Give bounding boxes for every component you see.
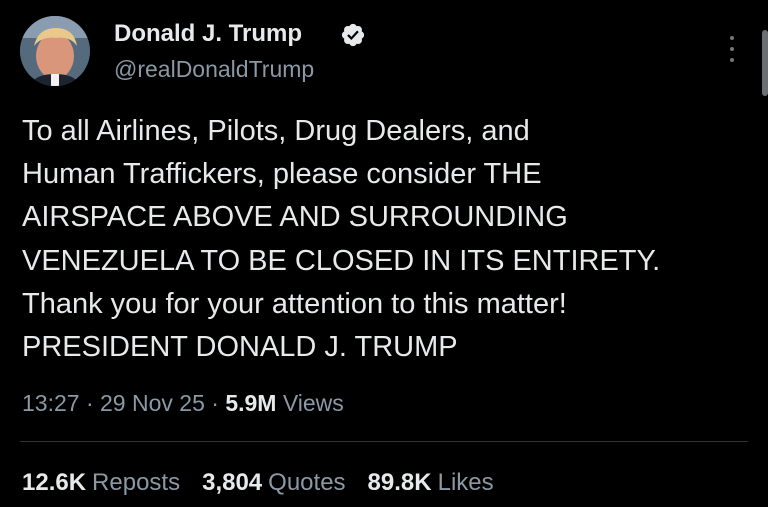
- profile-photo-icon: [20, 16, 90, 86]
- quotes-label: Quotes: [268, 469, 346, 496]
- reposts-stat[interactable]: 12.6K Reposts: [22, 469, 180, 497]
- tweet: Donald J. Trump @realDonaldTrump To all …: [0, 0, 768, 507]
- tweet-text-line: PRESIDENT DONALD J. TRUMP: [22, 331, 458, 364]
- timestamp-time[interactable]: 13:27: [22, 390, 80, 416]
- reposts-label: Reposts: [92, 469, 181, 496]
- tweet-text: To all Airlines, Pilots, Drug Dealers, a…: [22, 110, 752, 369]
- divider: [20, 441, 748, 442]
- timestamp-date[interactable]: 29 Nov 25: [100, 390, 205, 416]
- reposts-count: 12.6K: [22, 469, 87, 496]
- likes-label: Likes: [437, 469, 494, 496]
- display-name[interactable]: Donald J. Trump: [114, 20, 302, 48]
- likes-count: 89.8K: [367, 469, 432, 496]
- dot-icon: [730, 36, 734, 40]
- meta-separator: ·: [211, 390, 219, 416]
- dot-icon: [730, 47, 734, 51]
- views-label: Views: [282, 390, 344, 416]
- tweet-text-line: VENEZUELA TO BE CLOSED IN ITS ENTIRETY.: [22, 244, 661, 277]
- verified-badge-icon: [341, 23, 365, 47]
- meta-separator: ·: [85, 390, 94, 416]
- tweet-meta: 13:27 · 29 Nov 25 · 5.9M Views: [22, 390, 344, 417]
- handle[interactable]: @realDonaldTrump: [114, 56, 314, 83]
- more-options-icon[interactable]: [722, 34, 742, 64]
- scrollbar[interactable]: [762, 30, 768, 96]
- tweet-text-line: Human Traffickers, please consider THE: [22, 158, 542, 191]
- quotes-count: 3,804: [202, 469, 263, 496]
- likes-stat[interactable]: 89.8K Likes: [368, 469, 494, 497]
- dot-icon: [730, 58, 734, 62]
- views-count: 5.9M: [225, 390, 277, 416]
- tweet-text-line: To all Airlines, Pilots, Drug Dealers, a…: [22, 115, 530, 147]
- quotes-stat[interactable]: 3,804 Quotes: [202, 469, 345, 497]
- engagement-stats: 12.6K Reposts 3,804 Quotes 89.8K Likes: [22, 469, 494, 497]
- avatar[interactable]: [20, 16, 90, 86]
- tweet-text-line: Thank you for your attention to this mat…: [22, 287, 567, 320]
- tweet-text-line: AIRSPACE ABOVE AND SURROUNDING: [22, 201, 568, 234]
